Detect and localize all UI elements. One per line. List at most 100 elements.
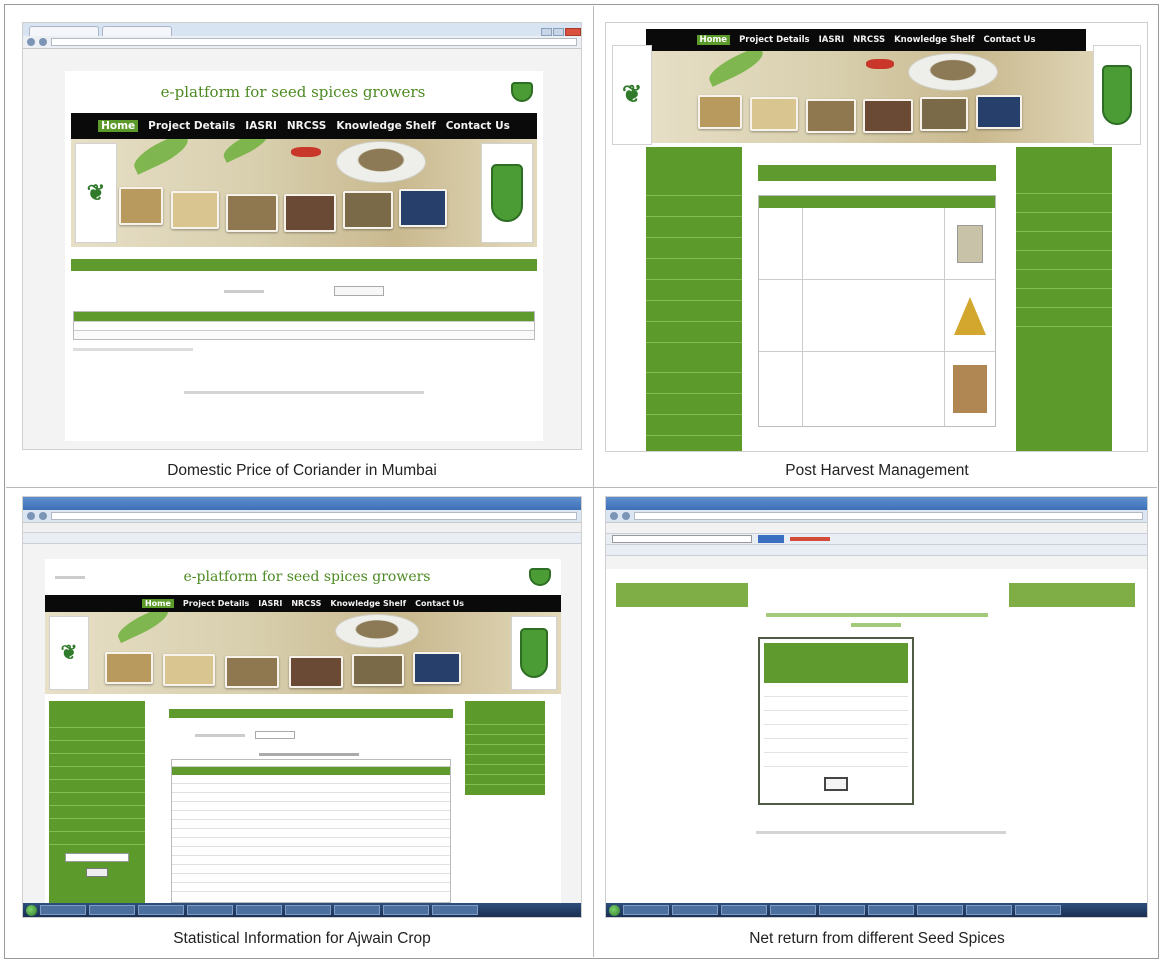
nav-iasri[interactable]: IASRI xyxy=(819,35,845,45)
nav-contact-us[interactable]: Contact Us xyxy=(984,35,1036,45)
sidebar-item[interactable] xyxy=(646,259,742,280)
taskbar-item[interactable] xyxy=(623,905,669,915)
sidebar-item[interactable] xyxy=(646,196,742,217)
sidebar-item[interactable] xyxy=(49,793,145,806)
maximize-icon[interactable] xyxy=(553,28,564,36)
sidebar-item[interactable] xyxy=(1016,251,1112,270)
nav-iasri[interactable]: IASRI xyxy=(258,599,282,608)
nav-contact-us[interactable]: Contact Us xyxy=(446,120,510,132)
forward-icon[interactable] xyxy=(39,512,47,520)
taskbar-item[interactable] xyxy=(334,905,380,915)
taskbar-item[interactable] xyxy=(917,905,963,915)
nav-home[interactable]: Home xyxy=(141,599,174,608)
year-select[interactable] xyxy=(334,286,384,296)
sidebar-item[interactable] xyxy=(49,715,145,728)
sidebar-item[interactable] xyxy=(1016,270,1112,289)
forward-icon[interactable] xyxy=(622,512,630,520)
sidebar-item[interactable] xyxy=(646,301,742,322)
sidebar-item[interactable] xyxy=(49,728,145,741)
nav-knowledge-shelf[interactable]: Knowledge Shelf xyxy=(894,35,974,45)
taskbar-item[interactable] xyxy=(721,905,767,915)
toolbar-search-input[interactable] xyxy=(612,535,752,543)
sidebar-item[interactable] xyxy=(465,775,545,785)
taskbar-item[interactable] xyxy=(770,905,816,915)
toolbar-search-button[interactable] xyxy=(758,535,784,543)
taskbar-item[interactable] xyxy=(383,905,429,915)
taskbar-item[interactable] xyxy=(236,905,282,915)
taskbar-item[interactable] xyxy=(285,905,331,915)
sidebar-item[interactable] xyxy=(465,755,545,765)
sidebar-item[interactable] xyxy=(49,806,145,819)
sidebar-item[interactable] xyxy=(646,217,742,238)
nav-iasri[interactable]: IASRI xyxy=(245,120,277,132)
address-bar[interactable] xyxy=(51,512,577,520)
sidebar-item[interactable] xyxy=(646,343,742,373)
sidebar-item[interactable] xyxy=(465,715,545,725)
nav-nrcss[interactable]: NRCSS xyxy=(287,120,326,132)
taskbar-item[interactable] xyxy=(40,905,86,915)
sidebar-go-button[interactable] xyxy=(86,868,108,877)
taskbar-item[interactable] xyxy=(89,905,135,915)
taskbar-item[interactable] xyxy=(432,905,478,915)
taskbar-item[interactable] xyxy=(1015,905,1061,915)
forward-icon[interactable] xyxy=(39,38,47,46)
back-icon[interactable] xyxy=(27,512,35,520)
crop-select[interactable] xyxy=(255,731,295,739)
minimize-icon[interactable] xyxy=(541,28,552,36)
sidebar-item[interactable] xyxy=(465,745,545,755)
sidebar-item[interactable] xyxy=(49,780,145,793)
sidebar-item[interactable] xyxy=(646,373,742,394)
taskbar-item[interactable] xyxy=(187,905,233,915)
sidebar-item[interactable] xyxy=(1016,289,1112,308)
address-bar[interactable] xyxy=(51,38,577,46)
sidebar-item[interactable] xyxy=(465,725,545,735)
sidebar-item[interactable] xyxy=(49,832,145,845)
nav-nrcss[interactable]: NRCSS xyxy=(291,599,321,608)
description-cell xyxy=(803,352,945,426)
nav-home[interactable]: Home xyxy=(696,35,731,45)
nav-project-details[interactable]: Project Details xyxy=(148,120,235,132)
back-icon[interactable] xyxy=(27,38,35,46)
sidebar-item[interactable] xyxy=(49,819,145,832)
sidebar-item[interactable] xyxy=(646,394,742,415)
sidebar-item[interactable] xyxy=(465,765,545,775)
sidebar-item[interactable] xyxy=(1016,194,1112,213)
taskbar-item[interactable] xyxy=(819,905,865,915)
close-icon[interactable] xyxy=(565,28,581,36)
sidebar-item[interactable] xyxy=(1016,308,1112,327)
sidebar-item[interactable] xyxy=(646,175,742,196)
nav-project-details[interactable]: Project Details xyxy=(183,599,249,608)
start-button-icon[interactable] xyxy=(609,904,620,916)
sidebar-item[interactable] xyxy=(646,322,742,343)
nav-project-details[interactable]: Project Details xyxy=(739,35,810,45)
sidebar-item[interactable] xyxy=(646,280,742,301)
table-row xyxy=(172,874,450,883)
nav-nrcss[interactable]: NRCSS xyxy=(853,35,885,45)
sidebar-item[interactable] xyxy=(1016,213,1112,232)
browser-tab-active[interactable] xyxy=(102,26,172,36)
nav-knowledge-shelf[interactable]: Knowledge Shelf xyxy=(336,120,435,132)
back-button[interactable] xyxy=(824,777,848,791)
sidebar-item[interactable] xyxy=(646,415,742,436)
nav-knowledge-shelf[interactable]: Knowledge Shelf xyxy=(330,599,406,608)
address-bar[interactable] xyxy=(634,512,1143,520)
taskbar-item[interactable] xyxy=(672,905,718,915)
browser-tab[interactable] xyxy=(29,26,99,36)
sidebar-item[interactable] xyxy=(465,735,545,745)
back-icon[interactable] xyxy=(610,512,618,520)
sidebar-item[interactable] xyxy=(49,741,145,754)
sidebar-item[interactable] xyxy=(1016,232,1112,251)
sidebar-item[interactable] xyxy=(1016,175,1112,194)
sidebar-item[interactable] xyxy=(646,238,742,259)
taskbar-item[interactable] xyxy=(868,905,914,915)
nav-home[interactable]: Home xyxy=(98,120,139,132)
section-title-bar xyxy=(758,165,996,181)
taskbar-item[interactable] xyxy=(138,905,184,915)
start-button-icon[interactable] xyxy=(26,904,37,916)
sidebar-item[interactable] xyxy=(49,754,145,767)
sidebar-search-input[interactable] xyxy=(65,853,129,862)
taskbar-item[interactable] xyxy=(966,905,1012,915)
sidebar-item[interactable] xyxy=(49,767,145,780)
price-table-header xyxy=(74,312,534,321)
nav-contact-us[interactable]: Contact Us xyxy=(415,599,464,608)
